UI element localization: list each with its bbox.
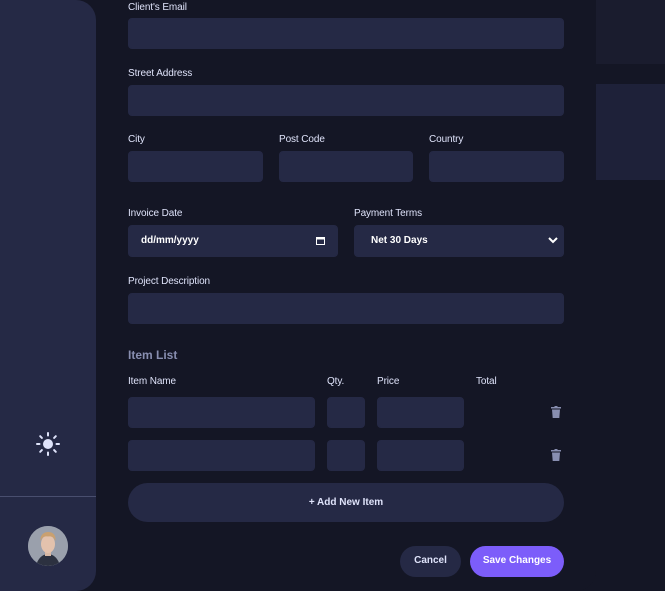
trash-icon[interactable] xyxy=(551,449,561,461)
project-description-label: Project Description xyxy=(128,276,211,287)
item-name-input[interactable] xyxy=(128,397,315,428)
calendar-icon[interactable] xyxy=(316,236,325,245)
item-name-header: Item Name xyxy=(128,376,177,387)
price-header: Price xyxy=(377,376,400,387)
item-qty-input[interactable] xyxy=(327,397,365,428)
total-header: Total xyxy=(476,376,497,387)
post-code-input[interactable] xyxy=(279,151,413,182)
city-label: City xyxy=(128,134,145,145)
country-input[interactable] xyxy=(429,151,564,182)
background-panel xyxy=(596,84,665,180)
clients-email-label: Client's Email xyxy=(128,2,187,13)
sidebar xyxy=(0,0,96,591)
save-changes-button[interactable]: Save Changes xyxy=(470,546,564,577)
sidebar-divider xyxy=(0,496,96,497)
background-panel xyxy=(596,0,665,64)
item-price-input[interactable] xyxy=(377,440,464,471)
invoice-date-label: Invoice Date xyxy=(128,208,183,219)
qty-header: Qty. xyxy=(327,376,345,387)
street-address-input[interactable] xyxy=(128,85,564,116)
avatar[interactable] xyxy=(28,526,68,566)
invoice-date-value: dd/mm/yyyy xyxy=(141,235,199,246)
trash-icon[interactable] xyxy=(551,406,561,418)
post-code-label: Post Code xyxy=(279,134,325,145)
clients-email-input[interactable] xyxy=(128,18,564,49)
chevron-down-icon xyxy=(548,237,558,244)
item-price-input[interactable] xyxy=(377,397,464,428)
payment-terms-select[interactable]: Net 30 Days xyxy=(354,225,564,257)
item-list-title: Item List xyxy=(128,348,178,362)
sun-icon[interactable] xyxy=(36,432,60,456)
cancel-button[interactable]: Cancel xyxy=(400,546,461,577)
project-description-input[interactable] xyxy=(128,293,564,324)
payment-terms-label: Payment Terms xyxy=(354,208,422,219)
invoice-date-input[interactable]: dd/mm/yyyy xyxy=(128,225,338,257)
item-qty-input[interactable] xyxy=(327,440,365,471)
item-name-input[interactable] xyxy=(128,440,315,471)
payment-terms-value: Net 30 Days xyxy=(371,235,428,246)
street-address-label: Street Address xyxy=(128,68,193,79)
add-new-item-button[interactable]: + Add New Item xyxy=(128,483,564,522)
country-label: Country xyxy=(429,134,464,145)
city-input[interactable] xyxy=(128,151,263,182)
